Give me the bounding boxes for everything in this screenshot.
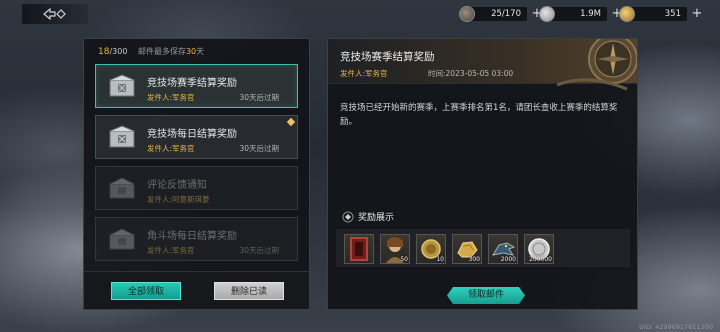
reward-slot[interactable]: 50 [380,234,410,264]
reward-quantity: 50 [400,256,408,263]
claim-mail-button[interactable]: 领取邮件 [447,287,525,304]
mail-envelope-icon [109,74,135,97]
mail-item[interactable]: 评论反馈通知 发件人:阿意斯琪菱 [95,166,298,210]
rewards-header: 奖励展示 [342,210,394,223]
resource-value: 25/170 [467,7,527,21]
mail-item[interactable]: 竞技场赛季结算奖励 发件人:军务官 30天后过期 [95,64,298,108]
mail-sender: 发件人:军务官 [147,246,195,255]
resource-value: 1.9M [547,7,607,21]
reward-quantity: 2000 [500,256,516,263]
new-mail-indicator-icon [286,117,296,127]
mail-detail-time: 时间:2023-05-05 03:00 [428,69,514,78]
add-gold-button[interactable]: + [690,7,704,21]
reward-slot[interactable]: 10 [416,234,446,264]
diamond-bullet-icon [342,211,354,222]
compass-decoration-icon [557,39,637,91]
mail-item[interactable]: 竞技场每日结算奖励 发件人:军务官 30天后过期 [95,115,298,159]
back-button[interactable] [22,4,88,24]
mail-sender: 发件人:军务官 [147,93,195,102]
mail-detail-header: 竞技场赛季结算奖励 发件人:军务官 时间:2023-05-05 03:00 [328,39,637,91]
reward-quantity: 10 [436,256,444,263]
mail-detail-body: 竞技场已经开始新的赛季，上赛季排名第1名，请团长查收上赛季的结算奖励。 [340,103,618,127]
gauntlet-icon [459,6,475,22]
reward-slot[interactable]: 300 [452,234,482,264]
mail-expiry: 30天后过期 [239,246,279,255]
mail-detail-sender: 发件人:军务官 [340,69,388,78]
resource-stamina: 25/170 + [459,4,544,24]
delete-read-button[interactable]: 删除已读 [214,282,284,300]
claim-all-button[interactable]: 全部领取 [111,282,181,300]
mail-envelope-open-icon [109,228,135,250]
mail-list-footer: 全部领取 删除已读 [84,271,309,309]
mail-title: 竞技场赛季结算奖励 [147,78,237,89]
resource-silver: 1.9M + [539,4,624,24]
reward-slot[interactable]: 2000 [488,234,518,264]
mail-title: 竞技场每日结算奖励 [147,129,237,140]
resource-gold: 351 + [619,4,704,24]
resource-value: 351 [627,7,687,21]
mail-detail-panel: 竞技场赛季结算奖励 发件人:军务官 时间:2023-05-05 03:00 竞技… [327,38,638,310]
silver-coin-icon [539,6,555,22]
mail-expiry: 30天后过期 [239,93,279,102]
mail-expiry: 30天后过期 [239,144,279,153]
reward-tray: 50 10 300 2000 200000 [336,229,630,267]
mail-sender: 发件人:军务官 [147,144,195,153]
mail-title: 角斗场每日结算奖励 [147,231,237,242]
mail-count-capacity: /300 [109,47,128,56]
mail-count-current: 18 [98,47,110,57]
reward-quantity: 200000 [529,256,552,263]
mail-sender: 发件人:阿意斯琪菱 [147,195,210,204]
mail-envelope-icon [109,125,135,148]
mail-title: 评论反馈通知 [147,180,207,191]
mail-limit-suffix: 天 [196,47,205,56]
mail-detail-title: 竞技场赛季结算奖励 [340,51,435,63]
reward-slot[interactable]: 200000 [524,234,554,264]
mail-limit-days: 30 [185,47,197,56]
mail-item[interactable]: 角斗场每日结算奖励 发件人:军务官 30天后过期 [95,217,298,261]
mail-limit-prefix: 邮件最多保存 [137,47,186,56]
mail-count: 18/300 邮件最多保存30天 [98,46,204,57]
mail-list-panel: 18/300 邮件最多保存30天 竞技场赛季结算奖励 发件人:军务官 30天后过… [83,38,310,310]
back-arrow-icon [43,8,66,20]
mail-envelope-open-icon [109,177,135,199]
reward-slot[interactable] [344,234,374,264]
red-frame-icon [350,237,368,261]
rewards-title: 奖励展示 [358,213,395,223]
gold-coin-icon [619,6,635,22]
user-id: UID: 42996917611200 [639,323,713,331]
reward-quantity: 300 [468,256,480,263]
